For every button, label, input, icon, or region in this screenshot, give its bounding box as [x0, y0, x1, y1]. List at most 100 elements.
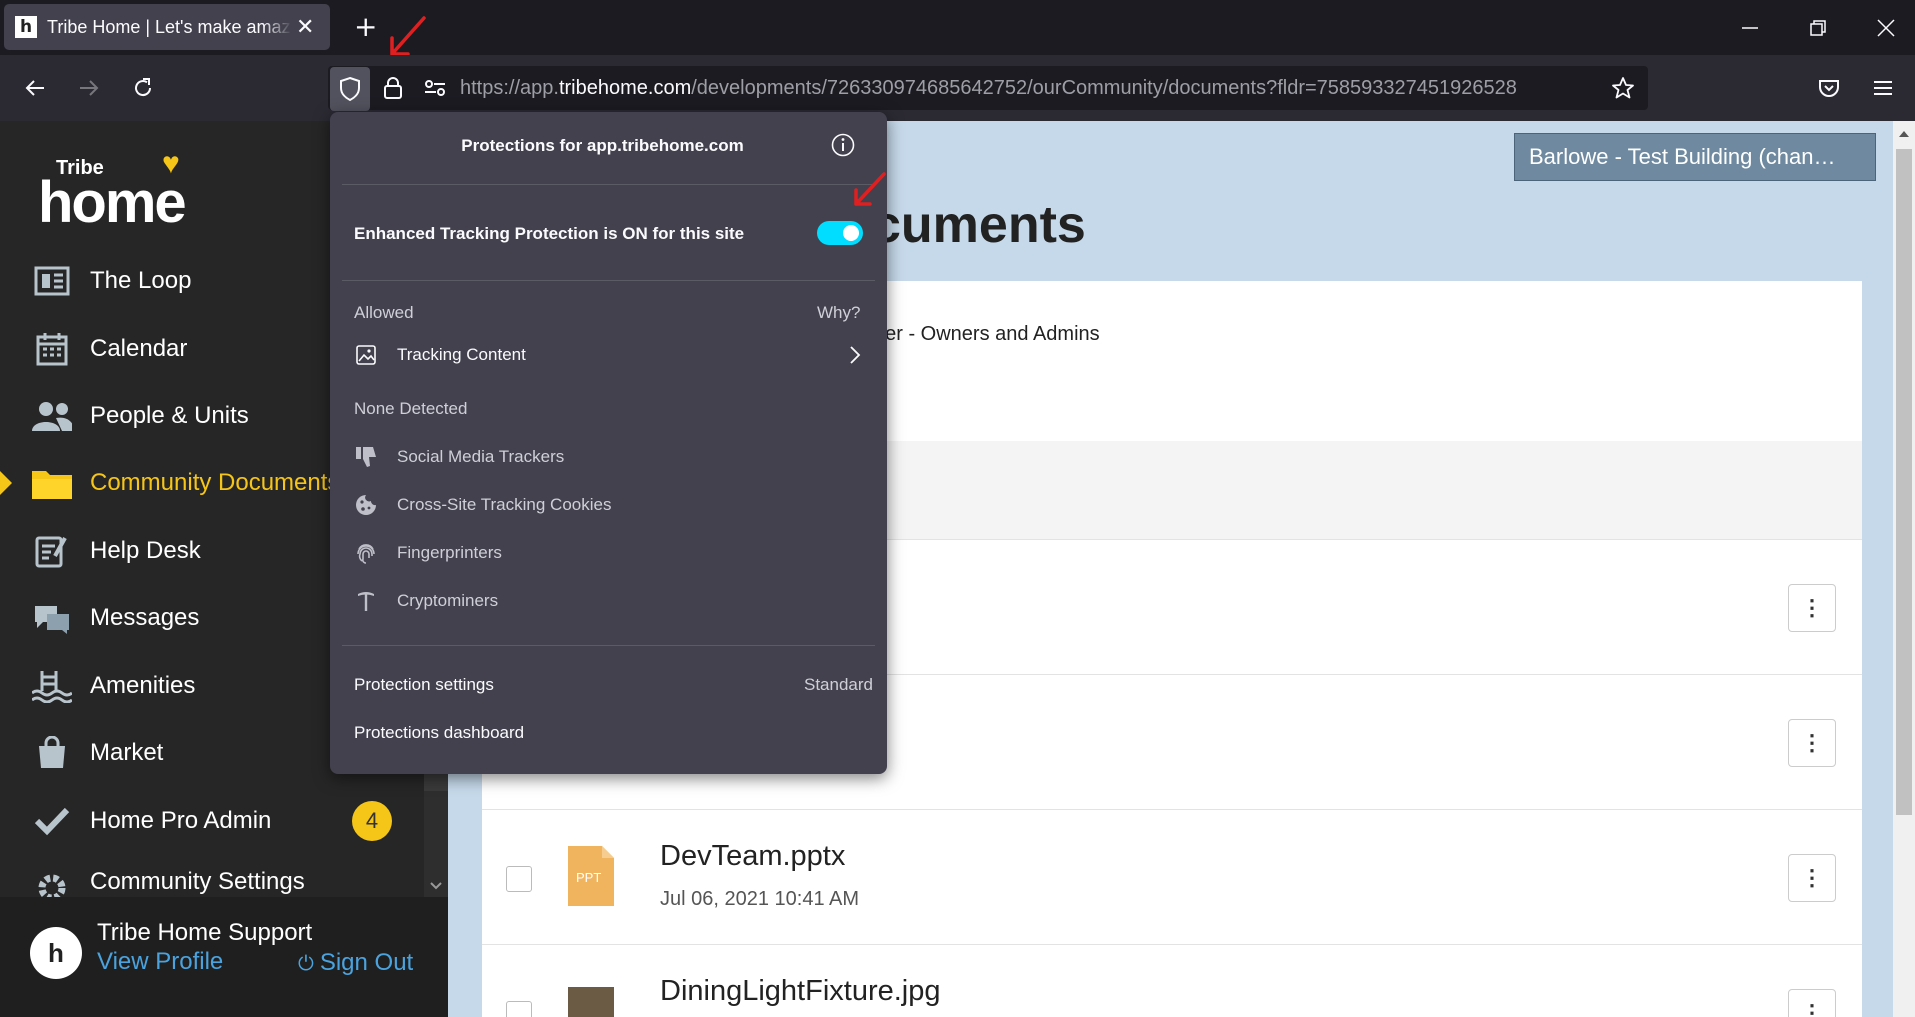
gear-icon: [32, 868, 72, 900]
people-icon: [32, 396, 72, 436]
url-text[interactable]: https://app.tribehome.com/developments/7…: [460, 77, 1517, 100]
view-profile-link[interactable]: View Profile: [97, 948, 223, 976]
sidebar-item-label: Home Pro Admin: [90, 807, 272, 834]
protections-dashboard-label: Protections dashboard: [354, 723, 525, 742]
fingerprint-icon: [354, 541, 378, 565]
row-checkbox[interactable]: [506, 1001, 532, 1017]
pocket-icon: [1819, 80, 1839, 97]
file-name[interactable]: DiningLightFixture.jpg: [660, 975, 940, 1008]
shield-icon: [340, 76, 360, 102]
avatar[interactable]: h: [30, 927, 82, 979]
url-path: /developments/726330974685642752/ourComm…: [691, 77, 1517, 99]
web-page: Tribe home ♥ The Loop Calendar People & …: [0, 121, 1915, 1017]
lock-button[interactable]: [374, 69, 412, 107]
forward-arrow-icon: [80, 80, 99, 96]
sidebar-item-label: Amenities: [90, 672, 196, 699]
sidebar-item-label: Messages: [90, 604, 200, 631]
etp-toggle[interactable]: [817, 221, 863, 245]
chevron-right-icon: [850, 346, 861, 364]
table-row[interactable]: PPT DevTeam.pptx Jul 06, 2021 10:41 AM ⋮: [482, 809, 1862, 944]
tracking-content-icon: [354, 343, 378, 367]
address-bar[interactable]: https://app.tribehome.com/developments/7…: [328, 66, 1648, 110]
tracking-content-label: Tracking Content: [397, 345, 526, 364]
building-selector-button[interactable]: Barlowe - Test Building (chan…: [1514, 133, 1876, 181]
sidebar-item-label: Help Desk: [90, 537, 201, 564]
scroll-up-icon[interactable]: [1898, 129, 1910, 139]
tracking-content-row[interactable]: Tracking Content: [342, 334, 875, 376]
row-menu-button[interactable]: ⋮: [1788, 719, 1836, 767]
tab-title: Tribe Home | Let's make amazing: [47, 16, 292, 37]
restore-icon[interactable]: [1806, 16, 1830, 40]
window-close-icon[interactable]: [1874, 16, 1898, 40]
row-menu-button[interactable]: ⋮: [1788, 989, 1836, 1017]
lock-icon: [384, 77, 402, 99]
panel-title: Protections for app.tribehome.com: [461, 136, 744, 155]
pocket-button[interactable]: [1810, 69, 1848, 107]
bookmark-button[interactable]: [1604, 69, 1642, 107]
thumbs-down-icon: [354, 445, 378, 469]
reload-button[interactable]: [124, 69, 162, 107]
browser-tab[interactable]: h Tribe Home | Let's make amazing ✕: [4, 4, 330, 50]
amenities-icon: [32, 666, 72, 706]
cross-site-cookies-label: Cross-Site Tracking Cookies: [397, 495, 612, 514]
folder-description: der - Owners and Admins: [874, 323, 1100, 345]
url-host: tribehome.com: [558, 77, 692, 99]
tracking-protection-shield-button[interactable]: [330, 67, 370, 111]
user-profile-panel: h Tribe Home Support View Profile ⏻ Sign …: [0, 897, 448, 1017]
divider: [342, 280, 875, 281]
sidebar-item-label: Community Settings: [90, 868, 305, 895]
protection-settings-label: Protection settings: [354, 675, 494, 694]
tab-close-icon[interactable]: ✕: [296, 16, 314, 38]
sidebar-item-community-settings[interactable]: Community Settings: [0, 860, 448, 900]
reload-icon: [135, 78, 152, 97]
sign-out-link[interactable]: ⏻ Sign Out: [298, 949, 413, 977]
cookie-icon: [354, 493, 378, 517]
active-indicator-icon: [0, 471, 12, 495]
toggle-knob: [843, 225, 859, 241]
menu-button[interactable]: [1864, 69, 1902, 107]
new-tab-button[interactable]: +: [354, 10, 377, 43]
cryptominers-label: Cryptominers: [397, 591, 499, 610]
permissions-icon: [425, 80, 445, 96]
hamburger-menu-icon: [1874, 81, 1892, 95]
minimize-icon[interactable]: [1738, 16, 1762, 40]
heart-icon: ♥: [162, 147, 180, 180]
row-checkbox[interactable]: [506, 866, 532, 892]
sidebar-item-label: Calendar: [90, 335, 188, 362]
protections-panel: Protections for app.tribehome.com Enhanc…: [330, 112, 887, 774]
row-menu-button[interactable]: ⋮: [1788, 854, 1836, 902]
checkmark-icon: [32, 801, 72, 841]
ppt-file-icon: PPT: [568, 846, 614, 906]
power-icon: ⏻: [298, 951, 314, 975]
info-icon[interactable]: [830, 132, 856, 158]
red-arrow-annotation-icon: [854, 172, 886, 206]
tab-strip: h Tribe Home | Let's make amazing ✕ +: [0, 0, 1915, 56]
page-title: cuments: [872, 196, 1086, 254]
page-scroll-thumb[interactable]: [1896, 149, 1912, 815]
forward-button[interactable]: [70, 69, 108, 107]
help-desk-icon: [32, 531, 72, 571]
protection-settings-row[interactable]: Protection settings Standard: [342, 664, 875, 706]
url-prefix: https://app.: [460, 77, 559, 99]
back-button[interactable]: [16, 69, 54, 107]
permissions-button[interactable]: [416, 69, 454, 107]
file-name[interactable]: DevTeam.pptx: [660, 840, 845, 873]
sidebar-item-label: The Loop: [90, 267, 192, 294]
sidebar-item-label: People & Units: [90, 402, 249, 429]
protections-dashboard-row[interactable]: Protections dashboard: [342, 712, 875, 754]
row-menu-button[interactable]: ⋮: [1788, 584, 1836, 632]
divider: [342, 645, 875, 646]
sidebar-item-home-pro-admin[interactable]: Home Pro Admin 4: [0, 793, 448, 849]
table-row[interactable]: DiningLightFixture.jpg ⋮: [482, 944, 1862, 1017]
folder-icon: [32, 463, 72, 503]
star-icon: [1612, 77, 1634, 99]
navigation-toolbar: https://app.tribehome.com/developments/7…: [0, 55, 1915, 121]
sign-out-label: Sign Out: [319, 949, 414, 976]
none-detected-heading: None Detected: [354, 399, 468, 418]
fingerprinters-label: Fingerprinters: [397, 543, 502, 562]
messages-icon: [32, 598, 72, 638]
calendar-icon: [32, 329, 72, 369]
why-link[interactable]: Why?: [817, 303, 860, 323]
scroll-down-chevron-icon[interactable]: [430, 881, 442, 891]
market-icon: [32, 733, 72, 773]
